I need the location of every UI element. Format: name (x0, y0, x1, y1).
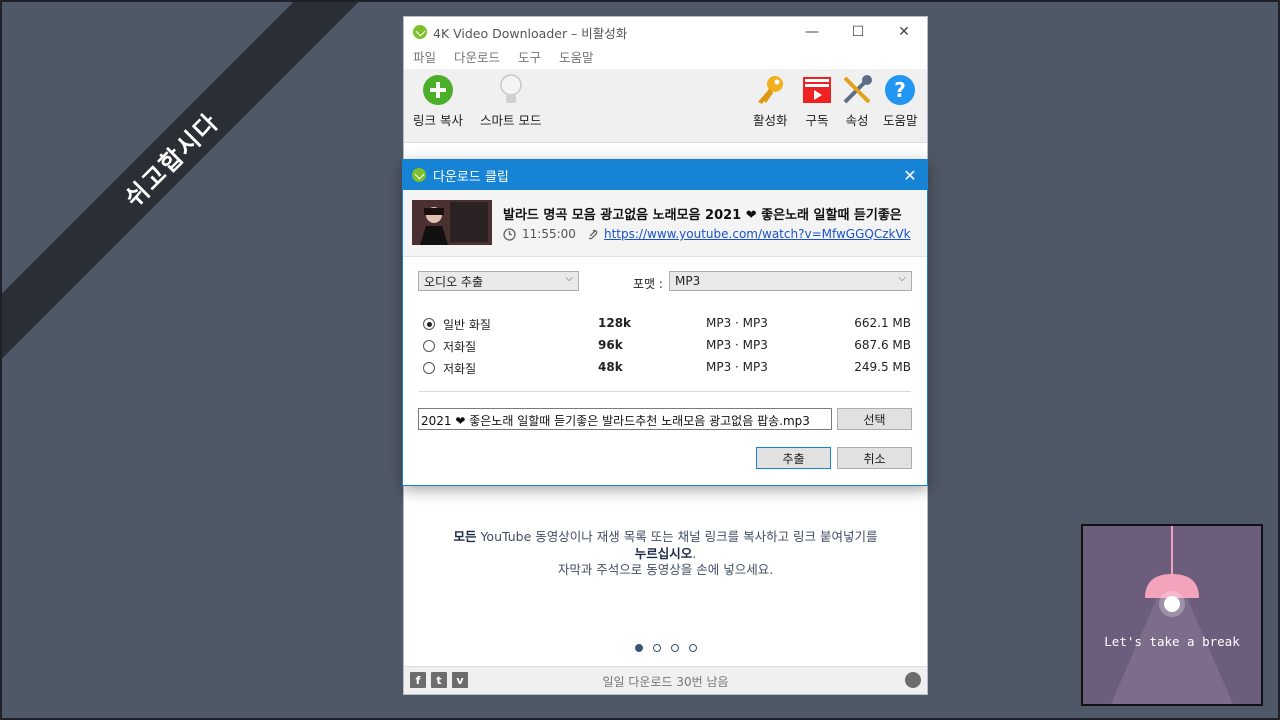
empty-state-message: 모든 YouTube 동영상이나 재생 목록 또는 채널 링크를 복사하고 링크… (453, 529, 878, 577)
close-button[interactable]: ✕ (881, 17, 927, 47)
quality-option[interactable]: 일반 화질 128k MP3 · MP3 662.1 MB (423, 315, 911, 335)
menu-download[interactable]: 다운로드 (454, 47, 500, 69)
subscriptions-button[interactable]: 구독 (800, 73, 834, 129)
minimize-button[interactable]: — (789, 17, 835, 47)
quality-radio[interactable] (423, 318, 435, 330)
extract-button[interactable]: 추출 (756, 447, 831, 469)
dialog-title-bar: 다운로드 클립 ✕ (403, 160, 927, 190)
mode-select[interactable]: 오디오 추출 ⌵ (418, 271, 579, 291)
quality-radio[interactable] (423, 362, 435, 374)
menu-tools[interactable]: 도구 (518, 47, 541, 69)
app-logo-icon (412, 168, 426, 182)
activate-button[interactable]: 활성화 (753, 73, 788, 129)
maximize-button[interactable]: ☐ (835, 17, 881, 47)
plus-icon (421, 73, 455, 107)
clip-url[interactable]: https://www.youtube.com/watch?v=MfwGGQCz… (587, 227, 911, 241)
activate-label: 활성화 (753, 113, 788, 128)
download-clip-dialog: 다운로드 클립 ✕ 발라드 명곡 모음 광고없음 노래모음 2021 ❤ 좋은노… (402, 159, 928, 486)
key-icon (753, 73, 787, 107)
lightbulb-icon (494, 73, 528, 107)
subscriptions-icon (800, 73, 834, 107)
banner-text: 쉬고합시다 (119, 107, 225, 213)
carousel-dot[interactable] (688, 644, 697, 652)
divider (419, 391, 911, 392)
clip-title: 발라드 명곡 모음 광고없음 노래모음 2021 ❤ 좋은노래 일할때 듣기좋은 (503, 208, 902, 223)
video-thumbnail (412, 200, 492, 245)
dialog-title: 다운로드 클립 (433, 169, 509, 185)
format-select[interactable]: MP3 ⌵ (669, 271, 912, 291)
diagonal-banner: 쉬고합시다 (0, 0, 371, 359)
paste-link-button[interactable]: 링크 복사 (413, 73, 463, 129)
globe-icon[interactable] (905, 672, 921, 688)
carousel-dot[interactable] (634, 644, 643, 652)
dialog-close-button[interactable]: ✕ (893, 160, 927, 190)
subscriptions-label: 구독 (805, 113, 829, 128)
quality-option[interactable]: 저화질 48k MP3 · MP3 249.5 MB (423, 359, 911, 379)
help-icon: ? (883, 73, 917, 107)
window-title: 4K Video Downloader – 비활성화 (433, 25, 628, 41)
carousel-dot[interactable] (670, 644, 679, 652)
chevron-down-icon: ⌵ (565, 273, 573, 284)
url-text[interactable]: https://www.youtube.com/watch?v=MfwGGQCz… (604, 227, 911, 241)
smart-mode-button[interactable]: 스마트 모드 (480, 73, 541, 129)
smart-mode-label: 스마트 모드 (480, 113, 542, 128)
choose-folder-button[interactable]: 선택 (837, 408, 912, 430)
app-logo-icon (413, 25, 427, 39)
clip-info: 발라드 명곡 모음 광고없음 노래모음 2021 ❤ 좋은노래 일할때 듣기좋은… (403, 190, 927, 257)
quality-radio[interactable] (423, 340, 435, 352)
preferences-button[interactable]: 속성 (840, 73, 874, 129)
help-label: 도움말 (883, 113, 918, 128)
downloads-remaining: 일일 다운로드 30번 남음 (602, 675, 729, 689)
cancel-button[interactable]: 취소 (837, 447, 912, 469)
menu-help[interactable]: 도움말 (559, 47, 594, 69)
clip-duration: 11:55:00 (503, 227, 576, 241)
carousel-dots (404, 644, 927, 652)
format-label: 포맷 : (633, 277, 663, 291)
clock-icon (503, 227, 516, 241)
chevron-down-icon: ⌵ (898, 273, 906, 284)
carousel-dot[interactable] (652, 644, 661, 652)
preferences-label: 속성 (845, 113, 869, 128)
quality-option[interactable]: 저화질 96k MP3 · MP3 687.6 MB (423, 337, 911, 357)
duration-text: 11:55:00 (522, 227, 576, 241)
break-card: Let's take a break (1081, 524, 1263, 706)
link-icon (588, 229, 598, 239)
break-text: Let's take a break (1104, 634, 1240, 649)
help-button[interactable]: ? 도움말 (883, 73, 918, 129)
toolbar: 링크 복사 스마트 모드 활성화 구독 속성 ? 도움말 (404, 69, 927, 143)
status-bar: f t v 일일 다운로드 30번 남음 (404, 666, 927, 694)
title-bar: 4K Video Downloader – 비활성화 — ☐ ✕ (404, 17, 927, 47)
svg-text:?: ? (894, 78, 906, 102)
filename-input[interactable]: 2021 ❤ 좋은노래 일할때 듣기좋은 발라드추천 노래모음 광고없음 팝송.… (418, 408, 832, 430)
tools-icon (840, 73, 874, 107)
lamp-icon (1111, 526, 1233, 704)
menu-bar: 파일 다운로드 도구 도움말 (404, 47, 927, 69)
paste-link-label: 링크 복사 (413, 113, 463, 128)
menu-file[interactable]: 파일 (413, 47, 436, 69)
